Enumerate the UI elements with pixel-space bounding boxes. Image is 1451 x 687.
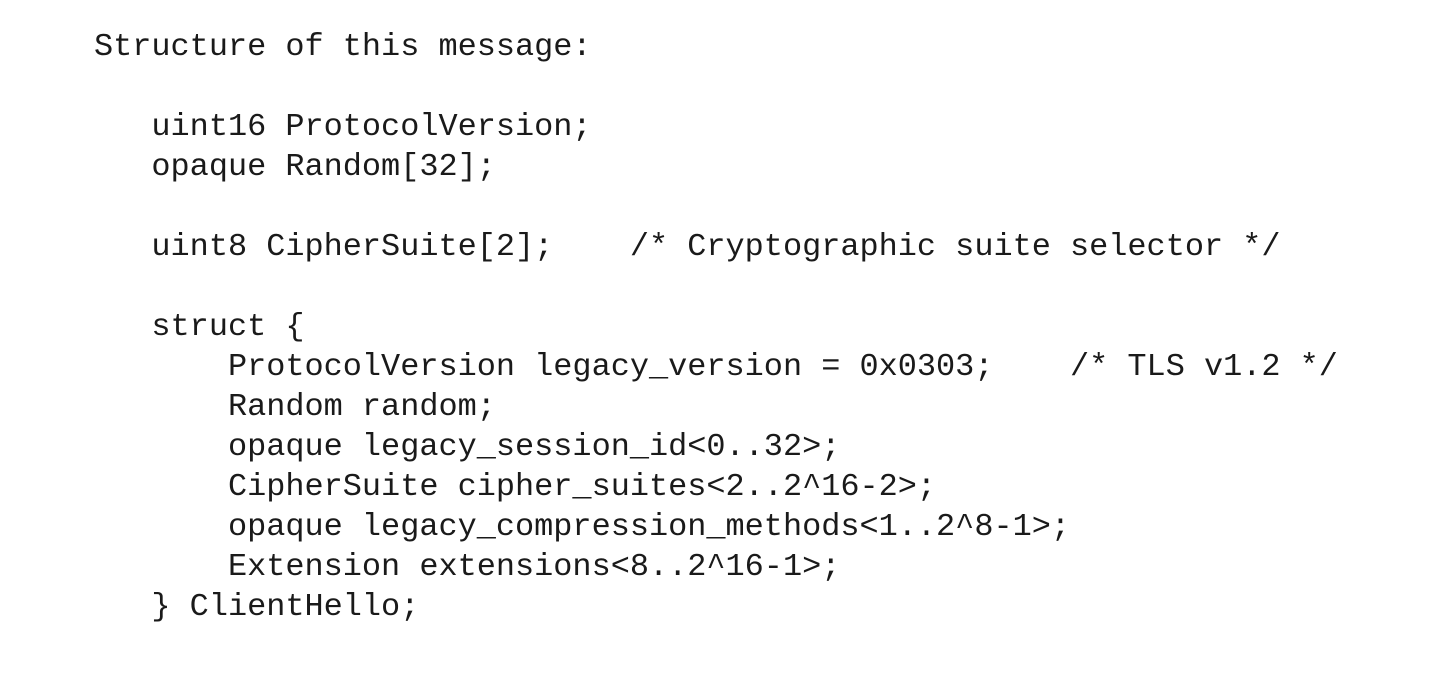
code-line: opaque legacy_session_id<0..32>; bbox=[94, 428, 841, 465]
code-line: opaque legacy_compression_methods<1..2^8… bbox=[94, 508, 1071, 545]
code-line: CipherSuite cipher_suites<2..2^16-2>; bbox=[94, 468, 937, 505]
code-line: struct { bbox=[94, 308, 305, 345]
code-line: ProtocolVersion legacy_version = 0x0303;… bbox=[94, 348, 1338, 385]
code-line: opaque Random[32]; bbox=[94, 148, 496, 185]
code-line: uint16 ProtocolVersion; bbox=[94, 108, 592, 145]
code-listing: Structure of this message: uint16 Protoc… bbox=[94, 27, 1338, 627]
section-heading: Structure of this message: bbox=[94, 28, 592, 65]
code-line: uint8 CipherSuite[2]; /* Cryptographic s… bbox=[94, 228, 1281, 265]
code-line: Random random; bbox=[94, 388, 496, 425]
code-line: } ClientHello; bbox=[94, 588, 420, 625]
code-line: Extension extensions<8..2^16-1>; bbox=[94, 548, 841, 585]
